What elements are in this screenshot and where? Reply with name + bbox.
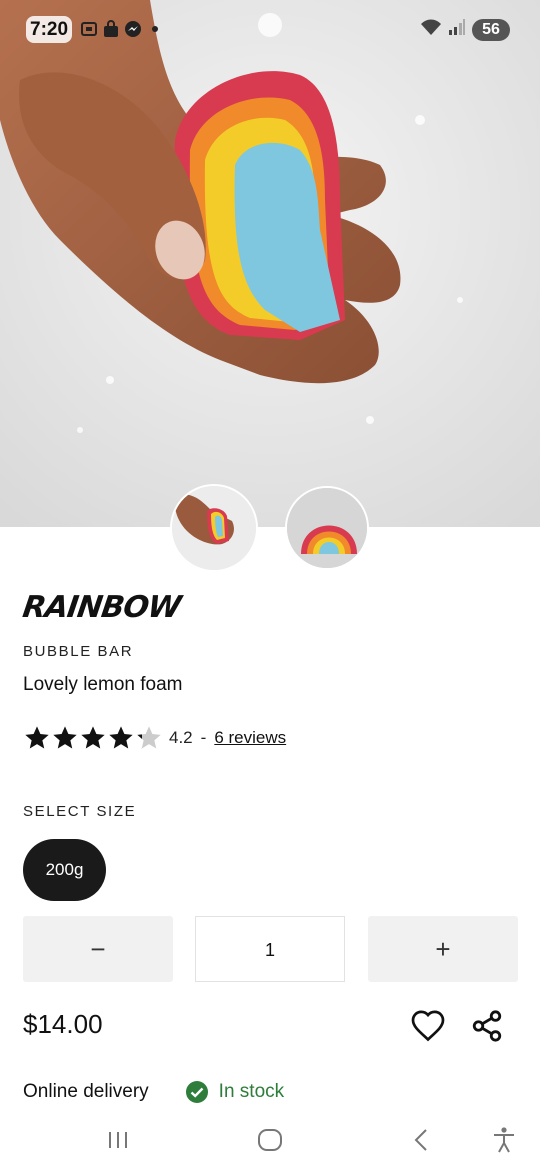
thumbnail-1[interactable] bbox=[170, 484, 258, 572]
product-category: BUBBLE BAR bbox=[23, 643, 134, 660]
thumbnail-hand-photo bbox=[172, 486, 256, 570]
battery-level: 56 bbox=[482, 20, 500, 38]
accessibility-icon[interactable] bbox=[486, 1122, 522, 1158]
status-bar: 7:20 56 bbox=[0, 0, 540, 58]
messenger-icon bbox=[124, 20, 142, 38]
wifi-icon bbox=[420, 18, 442, 41]
product-title: RAINBOW bbox=[20, 590, 183, 625]
reviews-link[interactable]: 6 reviews bbox=[214, 728, 286, 748]
rating-value: 4.2 bbox=[169, 728, 193, 747]
select-size-label: SELECT SIZE bbox=[23, 803, 137, 820]
thumbnail-rainbow-photo bbox=[287, 488, 367, 568]
star-partial-icon bbox=[135, 724, 163, 752]
delivery-row: Online delivery In stock bbox=[23, 1078, 284, 1106]
product-hero-image bbox=[0, 0, 540, 527]
product-tagline: Lovely lemon foam bbox=[23, 674, 183, 695]
quantity-decrease-button[interactable]: − bbox=[23, 916, 173, 982]
check-circle-icon bbox=[185, 1080, 209, 1104]
share-icon[interactable] bbox=[470, 1008, 504, 1044]
delivery-label: Online delivery bbox=[23, 1081, 149, 1102]
home-icon[interactable] bbox=[252, 1122, 288, 1158]
star-icon bbox=[107, 724, 135, 752]
back-icon[interactable] bbox=[404, 1122, 440, 1158]
star-icon bbox=[79, 724, 107, 752]
thumbnail-2[interactable] bbox=[285, 486, 369, 570]
product-photo bbox=[0, 0, 540, 527]
dot-icon bbox=[146, 20, 164, 38]
screenshot-icon bbox=[80, 20, 98, 38]
size-option-200g[interactable]: 200g bbox=[23, 839, 106, 901]
rating-row: 4.2 - 6 reviews bbox=[23, 724, 286, 752]
system-navigation-bar bbox=[0, 1110, 540, 1170]
signal-icon bbox=[448, 18, 466, 41]
battery-charging-icon: 56 bbox=[472, 18, 510, 41]
recent-apps-icon[interactable] bbox=[100, 1122, 136, 1158]
system-status-icons: 56 bbox=[420, 18, 510, 41]
stock-status: In stock bbox=[218, 1081, 285, 1102]
quantity-input[interactable]: 1 bbox=[195, 916, 345, 982]
rating-separator: - bbox=[200, 728, 207, 747]
status-time: 7:20 bbox=[26, 16, 73, 43]
wishlist-heart-icon[interactable] bbox=[410, 1008, 446, 1044]
star-icon bbox=[23, 724, 51, 752]
bag-icon bbox=[102, 20, 120, 38]
star-icon bbox=[51, 724, 79, 752]
quantity-increase-button[interactable]: + bbox=[368, 916, 518, 982]
product-price: $14.00 bbox=[23, 1009, 103, 1039]
notification-icons bbox=[80, 20, 164, 38]
